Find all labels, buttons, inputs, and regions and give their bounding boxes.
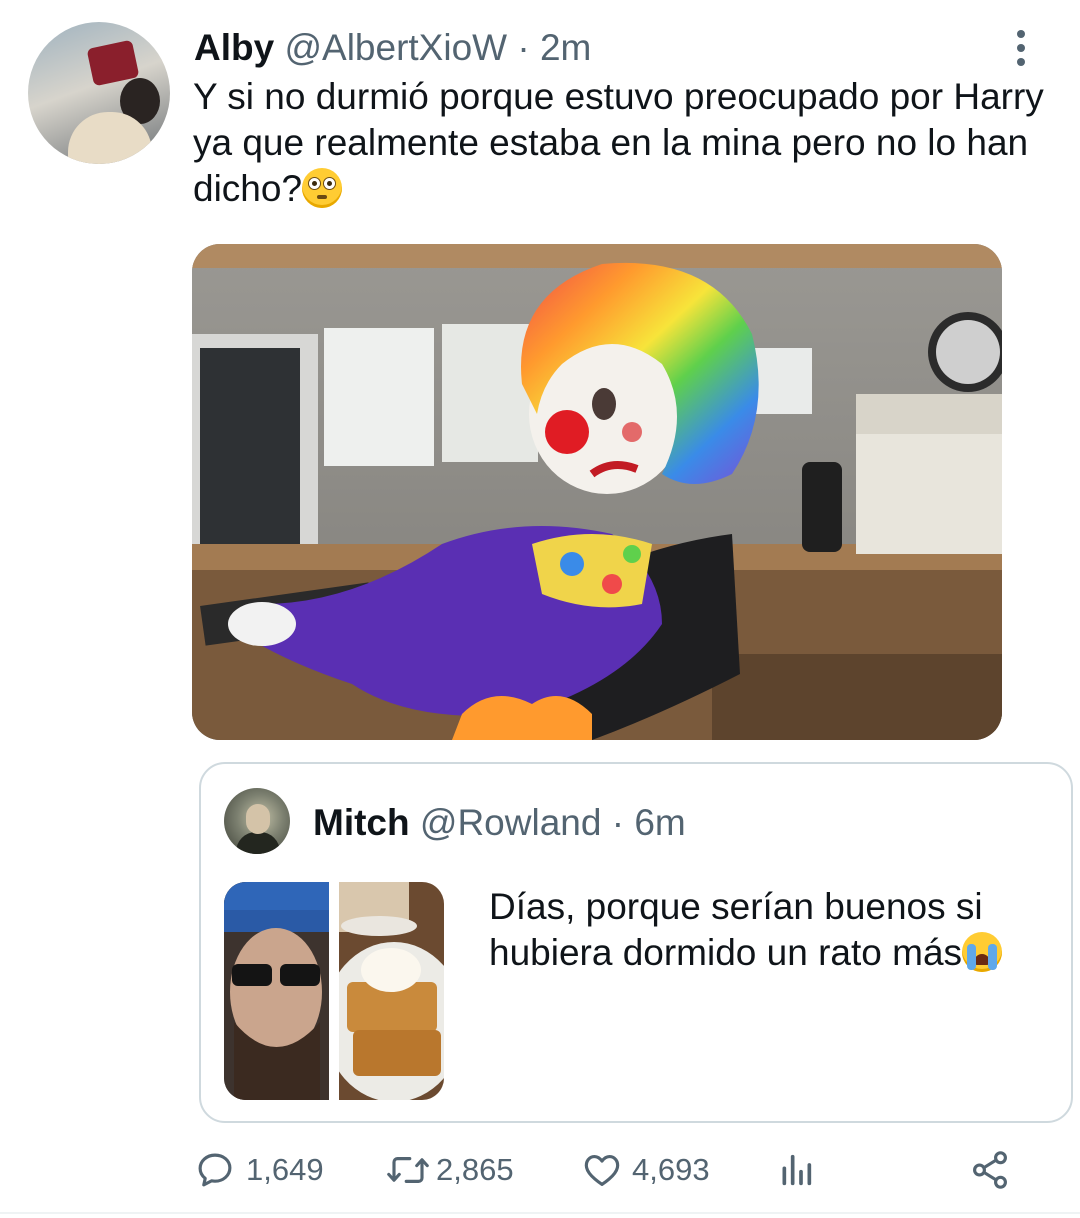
author-handle[interactable]: @AlbertXioW [284, 27, 507, 68]
quoted-tweet-media[interactable] [224, 882, 444, 1100]
portrait-illustration [224, 882, 329, 1100]
quoted-tweet-text: Días, porque serían buenos si hubiera do… [489, 884, 1049, 976]
share-icon [973, 1151, 1007, 1189]
tweet-text: Y si no durmió porque estuvo preocupado … [193, 74, 1053, 212]
author-avatar[interactable] [28, 22, 170, 164]
loudly-crying-face-emoji-icon [962, 932, 1003, 973]
analytics-icon [782, 1154, 812, 1186]
more-vertical-icon[interactable] [1006, 28, 1036, 68]
retweet-icon [387, 1157, 429, 1183]
reply-count: 1,649 [246, 1152, 324, 1187]
share-button[interactable] [968, 1140, 1012, 1200]
quoted-author-display-name: Mitch [313, 802, 410, 843]
reply-icon [198, 1153, 232, 1187]
tweet-action-bar: 1,649 2,865 4,693 [0, 1140, 1080, 1200]
analytics-button[interactable] [776, 1140, 816, 1200]
header-separator: · [517, 27, 530, 68]
tweet-header: Alby @AlbertXioW · 2m [194, 26, 591, 70]
like-count: 4,693 [632, 1152, 710, 1187]
retweet-button[interactable]: 2,865 [384, 1140, 514, 1200]
clown-at-desk-illustration [192, 244, 1002, 740]
quoted-author-avatar[interactable] [224, 788, 290, 854]
quoted-author-handle: @Rowland [419, 802, 602, 843]
quoted-media-portrait-image[interactable] [224, 882, 329, 1100]
quoted-tweet-text-content: Días, porque serían buenos si hubiera do… [489, 886, 983, 973]
retweet-count: 2,865 [436, 1152, 514, 1187]
quoted-tweet-header: Mitch @Rowland · 6m [313, 801, 686, 845]
quoted-media-waffles-image[interactable] [339, 882, 444, 1100]
tweet-media-image[interactable] [192, 244, 1002, 740]
heart-icon [584, 1154, 620, 1186]
like-button[interactable]: 4,693 [580, 1140, 710, 1200]
tweet-timestamp[interactable]: 2m [540, 27, 591, 68]
author-display-name[interactable]: Alby [194, 27, 274, 68]
quoted-tweet-timestamp: 6m [634, 802, 686, 843]
divider [0, 1212, 1080, 1214]
quoted-tweet-card[interactable]: Mitch @Rowland · 6m Días, porque serían … [199, 762, 1073, 1123]
waffles-illustration [339, 882, 444, 1100]
quoted-header-separator: · [611, 802, 625, 843]
reply-button[interactable]: 1,649 [194, 1140, 324, 1200]
flushed-face-emoji-icon [302, 168, 343, 209]
